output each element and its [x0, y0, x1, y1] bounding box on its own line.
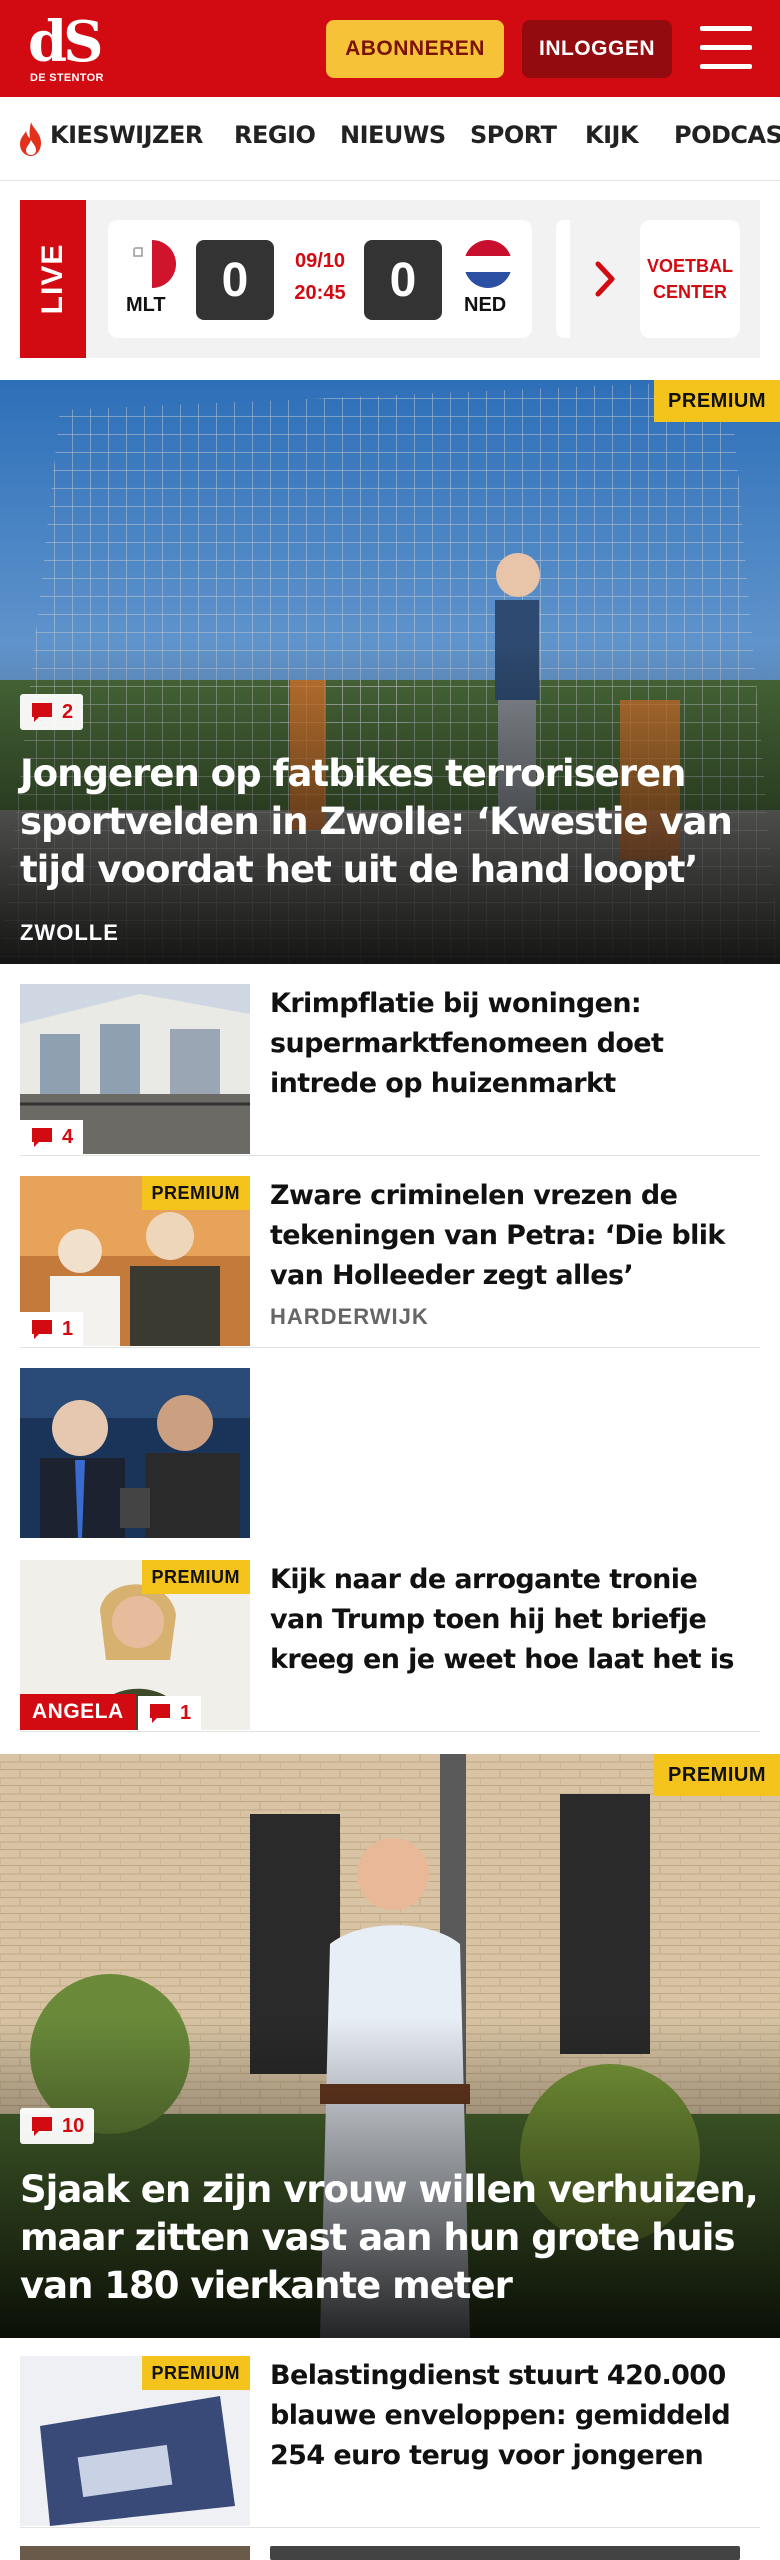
voetbal-center-link[interactable]: VOETBAL CENTER [640, 220, 740, 338]
premium-badge: PREMIUM [141, 2356, 250, 2390]
article-title[interactable]: Belastingdienst stuurt 420.000 blauwe en… [270, 2356, 750, 2476]
article-thumbnail: PREMIUM [20, 2356, 250, 2526]
match-card[interactable]: MLT 0 09/10 20:45 0 NED [108, 220, 532, 338]
live-label: LIVE [20, 200, 86, 358]
premium-badge: PREMIUM [654, 1754, 780, 1796]
next-match-card[interactable] [556, 220, 570, 338]
comment-icon [32, 1320, 52, 1339]
nav-item-kieswijzer[interactable]: KIESWIJZER [50, 121, 203, 149]
nav-item-kijk[interactable]: KIJK [585, 121, 639, 149]
home-score: 0 [196, 240, 274, 320]
article-petra-tekeningen[interactable]: PREMIUM 1 Zware criminelen vrezen de tek… [20, 1176, 760, 1348]
comment-count[interactable]: 1 [138, 1696, 202, 1730]
article-image-only[interactable] [20, 1368, 760, 1540]
author-tag: ANGELA [20, 1694, 136, 1730]
logo-subtitle: DE STENTOR [30, 72, 104, 84]
article-trump-briefje[interactable]: PREMIUM ANGELA 1 Kijk naar de arrogante … [20, 1560, 760, 1732]
hero-article-sjaak[interactable]: PREMIUM 10 Sjaak en zijn vrouw willen ve… [0, 1754, 780, 2338]
article-belastingdienst[interactable]: PREMIUM Belastingdienst stuurt 420.000 b… [20, 2356, 760, 2528]
article-title[interactable]: Krimpflatie bij woningen: supermarktfeno… [270, 984, 750, 1104]
article-krimpflatie[interactable]: 4 Krimpflatie bij woningen: supermarktfe… [20, 984, 760, 1156]
live-scores-bar: LIVE MLT 0 09/10 20:45 0 NED VOETBAL CEN… [20, 200, 760, 358]
chevron-right-icon[interactable] [590, 260, 620, 298]
comment-count[interactable]: 2 [20, 694, 84, 730]
nav-item-regio[interactable]: REGIO [234, 121, 316, 149]
article-thumbnail: 4 [20, 984, 250, 1154]
logo-mark: dS [28, 9, 104, 75]
subscribe-button[interactable]: ABONNEREN [326, 20, 504, 78]
match-date: 09/10 [294, 250, 346, 272]
premium-badge: PREMIUM [141, 1560, 250, 1594]
hero-article-fatbikes[interactable]: PREMIUM 2 Jongeren op fatbikes terrorise… [0, 380, 780, 964]
match-time: 20:45 [294, 282, 346, 304]
away-team: NED [464, 294, 507, 316]
comment-icon [150, 1704, 170, 1723]
main-navigation: KIESWIJZER REGIO NIEUWS SPORT KIJK PODCA… [0, 97, 780, 181]
comment-count[interactable]: 4 [20, 1120, 84, 1154]
hero-title[interactable]: Jongeren op fatbikes terroriseren sportv… [20, 750, 760, 894]
hero-title[interactable]: Sjaak en zijn vrouw willen verhuizen, ma… [20, 2166, 760, 2310]
premium-badge: PREMIUM [141, 1176, 250, 1210]
nav-item-nieuws[interactable]: NIEUWS [340, 121, 446, 149]
netherlands-flag-icon [464, 240, 512, 288]
nav-item-podcast[interactable]: PODCAST [674, 121, 780, 149]
home-team: MLT [126, 294, 166, 316]
article-title[interactable]: Kijk naar de arrogante tronie van Trump … [270, 1560, 750, 1680]
article-title-partial [270, 2546, 740, 2560]
section-label: HARDERWIJK [270, 1304, 429, 1329]
article-title[interactable]: Zware criminelen vrezen de tekeningen va… [270, 1176, 750, 1296]
comment-count[interactable]: 10 [20, 2108, 95, 2144]
hamburger-menu-icon[interactable] [700, 26, 752, 70]
comment-count[interactable]: 1 [20, 1312, 84, 1346]
section-label: ZWOLLE [20, 920, 119, 945]
article-thumbnail: PREMIUM 1 [20, 1176, 250, 1346]
article-thumbnail [20, 1368, 250, 1538]
article-thumbnail: PREMIUM ANGELA 1 [20, 1560, 250, 1730]
nav-item-sport[interactable]: SPORT [470, 121, 557, 149]
site-header: dS DE STENTOR ABONNEREN INLOGGEN [0, 0, 780, 97]
away-score: 0 [364, 240, 442, 320]
comment-icon [32, 703, 52, 722]
login-button[interactable]: INLOGGEN [522, 20, 672, 78]
article-thumbnail-partial [20, 2546, 250, 2560]
comment-icon [32, 1128, 52, 1147]
premium-badge: PREMIUM [654, 380, 780, 422]
comment-icon [32, 2117, 52, 2136]
site-logo[interactable]: dS DE STENTOR [20, 10, 120, 90]
flame-icon [20, 122, 41, 156]
malta-flag-icon [128, 240, 176, 288]
